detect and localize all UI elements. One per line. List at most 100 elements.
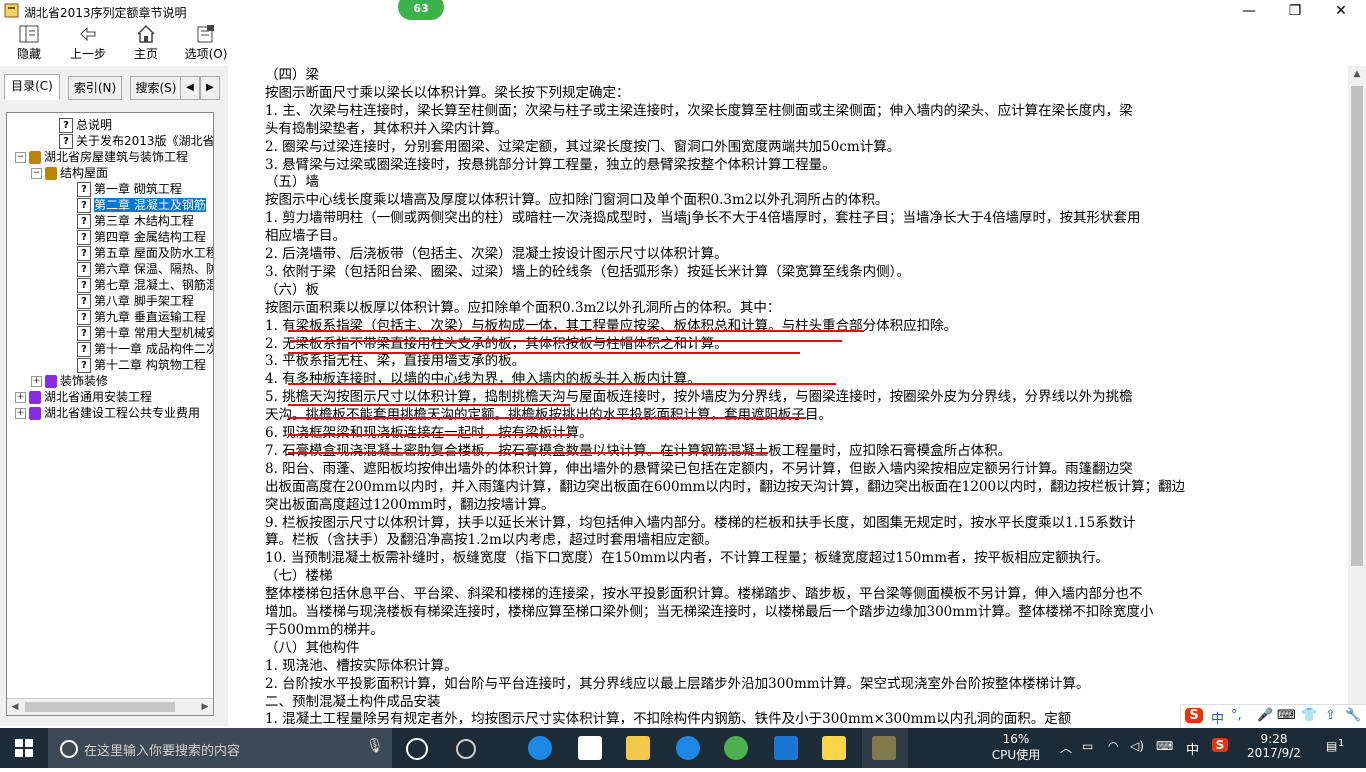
file-explorer-icon[interactable] [626,736,650,760]
tree-item[interactable]: + 湖北省建设工程公共专业费用 [15,405,200,421]
active-app-highlight [862,728,908,768]
ime-keyboard-icon[interactable]: ⌨ [1277,708,1296,723]
content-line: 10. 当预制混凝土板需补缝时，板缝宽度（指下口宽度）在150mm以内者，不计算… [265,550,1109,567]
volume-icon[interactable]: ◁) [1130,739,1144,753]
tree-item[interactable]: ? 第五章 屋面及防水工程 [77,245,213,261]
taskbar-search-box[interactable]: 在这里输入你要搜索的内容 🎙 [48,728,392,768]
tree-item[interactable]: ? 第十章 常用大型机械安 [77,325,214,341]
touch-keyboard-icon[interactable]: ⌨ [1156,739,1173,753]
input-language[interactable]: 中 [1186,739,1199,758]
help-topic-icon: ? [77,246,91,261]
expand-icon[interactable]: + [15,392,26,403]
tree-item[interactable]: ? 第十一章 成品构件二次 [77,341,213,357]
minimize-button[interactable]: — [1226,0,1272,22]
ime-skin-icon[interactable]: 👕 [1301,708,1317,723]
tree-item[interactable]: ? 第四章 金属结构工程 [77,229,206,245]
content-line: 按图示面积乘以板厚以体积计算。应扣除单个面积0.3m2以外孔洞所占的体积。其中： [265,299,781,316]
show-hidden-icons-icon[interactable]: ︿ [1060,739,1072,756]
ime-settings-icon[interactable]: 🔧 [1345,708,1361,723]
content-line: 按图示中心线长度乘以墙高及厚度以体积计算。应扣除门窗洞口及单个面积0.3m2以外… [265,192,889,209]
browser-app-icon[interactable] [456,739,476,759]
red-underline-annotation [288,352,800,354]
notification-center-icon[interactable]: ▤ [1326,739,1337,753]
tab-index[interactable]: 索引(N) [68,76,122,100]
close-button[interactable]: ✕ [1318,0,1364,22]
ime-tools-icon[interactable]: ⇧ [1325,708,1336,723]
green-app-icon[interactable] [724,736,748,760]
microphone-icon[interactable]: 🎙 [366,738,384,754]
tree-item[interactable]: ? 第九章 垂直运输工程 [77,309,206,325]
tree-item-label: 第十二章 构筑物工程 [94,358,206,372]
tree-item[interactable]: + 装饰装修 [31,373,108,389]
app-icon [4,3,19,18]
tree-item[interactable]: ? 第八章 脚手架工程 [77,293,194,309]
tree-item-label: 第十章 常用大型机械安 [94,326,214,340]
scroll-thumb[interactable] [25,702,175,712]
red-underline-annotation [288,404,570,406]
tree-item[interactable]: + 湖北省通用安装工程 [15,389,152,405]
taskbar: 在这里输入你要搜索的内容 🎙 16% CPU使用 ︿ ▭ ◠ ◁) ⌨ 中 S … [0,728,1366,768]
tree-item[interactable]: − 结构屋面 [31,165,108,181]
tree-item[interactable]: ? 第十二章 构筑物工程 [77,357,206,373]
collapse-icon[interactable]: − [15,152,26,163]
tree-item-label: 第二章 混凝土及钢筋 [94,198,206,212]
notification-badge[interactable]: 63 [398,0,444,20]
help-topic-icon: ? [59,134,73,149]
glodon-app-icon[interactable] [676,736,700,760]
sogou-logo-icon[interactable]: S [1185,708,1203,723]
ime-punct-icon[interactable]: °, [1231,708,1242,723]
tree-item[interactable]: − 湖北省房屋建筑与装饰工程 [15,149,188,165]
content-line: 突出板面高度超过1200mm时，翻边按墙计算。 [265,496,555,513]
wifi-icon[interactable]: ◠ [1108,739,1118,753]
tab-next-arrow-icon[interactable]: ▶ [200,76,220,100]
book-icon [29,151,41,164]
tree-item-label: 第六章 保温、隔热、防 [94,262,214,276]
clock-time: 9:28 [1260,732,1288,746]
home-button[interactable]: 主页 [128,24,164,64]
ime-mode[interactable]: 中 [1211,708,1224,727]
expand-icon[interactable]: + [15,408,26,419]
collapse-icon[interactable]: − [31,168,42,179]
restore-button[interactable]: ❐ [1272,0,1318,22]
tree-item[interactable]: ? 第三章 木结构工程 [77,213,194,229]
help-topic-icon: ? [77,278,91,293]
scroll-thumb[interactable] [1351,86,1363,566]
back-button[interactable]: 上一步 [66,24,110,64]
tree-item[interactable]: ? 第一章 砌筑工程 [77,181,182,197]
content-line: 于500mm的梯井。 [265,621,384,638]
expand-icon[interactable]: + [31,376,42,387]
task-view-icon[interactable] [406,738,428,760]
sogou-tray-icon[interactable]: S [1212,738,1228,752]
tree-item[interactable]: ? 第六章 保温、隔热、防 [77,261,214,277]
battery-icon[interactable]: ▭ [1082,739,1093,753]
scroll-left-icon[interactable]: ◀ [7,699,23,715]
back-arrow-icon [76,24,100,44]
tree-item[interactable]: ? 第二章 混凝土及钢筋 [77,197,206,213]
content-vertical-scrollbar[interactable]: ▲ ▼ [1348,66,1366,726]
tab-search[interactable]: 搜索(S) [130,76,182,100]
store-icon[interactable] [578,736,602,760]
notification-count: 1 [1338,738,1345,749]
tree-horizontal-scrollbar[interactable]: ◀ ▶ [7,698,213,715]
ime-voice-icon[interactable]: 🎤 [1257,708,1273,723]
book-icon [29,391,41,404]
content-line: 1. 剪力墙带明柱（一侧或两侧突出的柱）或暗柱一次浇捣成型时，当墙j争长不大于4… [265,210,1141,227]
tree-item[interactable]: ? 总说明 [59,117,112,133]
notes-app-icon[interactable] [822,736,846,760]
help-topic-icon: ? [77,326,91,341]
tree-item[interactable]: ?关于发布2013版《湖北省房屋 [59,133,213,149]
clock[interactable]: 9:28 2017/9/2 [1242,732,1306,760]
options-label: 选项(O) [184,47,228,61]
contents-tree[interactable]: ◀ ▶ ?总说明?关于发布2013版《湖北省房屋−湖北省房屋建筑与装饰工程−结构… [6,112,214,716]
start-button[interactable] [0,728,48,768]
hide-button[interactable]: 隐藏 [8,24,50,64]
edge-icon[interactable] [528,736,552,760]
blue-app-icon[interactable] [774,736,798,760]
options-button[interactable]: 选项(O) [182,24,230,64]
tab-prev-arrow-icon[interactable]: ◀ [180,76,200,100]
home-label: 主页 [133,47,158,61]
tree-item[interactable]: ? 第七章 混凝土、钢筋混 [77,277,213,293]
tab-contents[interactable]: 目录(C) [4,74,60,100]
scroll-up-icon[interactable]: ▲ [1348,66,1366,82]
scroll-right-icon[interactable]: ▶ [197,699,213,715]
